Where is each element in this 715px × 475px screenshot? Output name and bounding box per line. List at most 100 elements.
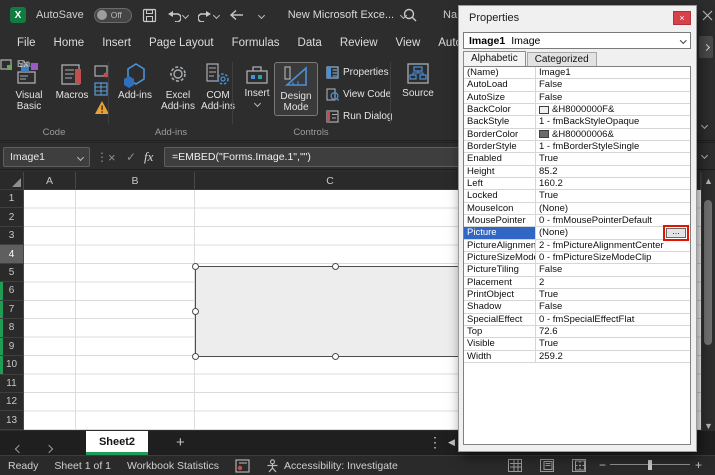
picture-ellipsis-button[interactable]: ... [666, 228, 686, 238]
insert-function-icon[interactable]: fx [144, 147, 153, 167]
property-row[interactable]: PictureSizeMode 0 - fmPictureSizeModeCli… [464, 252, 690, 264]
property-row[interactable]: Placement 2 [464, 277, 690, 289]
row-header[interactable]: 12 [0, 393, 24, 411]
name-box-dropdown-icon[interactable] [77, 153, 84, 160]
formula-bar-expand-icon[interactable] [702, 150, 707, 160]
zoom-in-button[interactable]: + [695, 455, 702, 475]
property-row[interactable]: Visible True [464, 338, 690, 350]
macros-button[interactable]: Macros [52, 62, 92, 101]
view-page-layout-button[interactable] [540, 455, 572, 475]
property-row[interactable]: Width 259.2 [464, 351, 690, 363]
ribbon-tab[interactable]: View [387, 30, 430, 58]
handle-middle-left[interactable] [192, 308, 199, 315]
property-row[interactable]: BackStyle 1 - fmBackStyleOpaque [464, 116, 690, 128]
sheet-scroll-left-icon[interactable]: ◀ [448, 437, 455, 448]
row-header[interactable]: 2 [0, 208, 24, 226]
run-dialog-button[interactable]: Run Dialog [326, 110, 392, 123]
ribbon-tab[interactable]: Review [331, 30, 387, 58]
qat-customize-icon[interactable] [258, 11, 265, 18]
image-control[interactable] [195, 266, 475, 357]
com-add-ins-button[interactable]: COM Add-ins [196, 62, 240, 112]
document-title[interactable]: New Microsoft Exce... [288, 9, 406, 21]
column-header[interactable]: C [195, 172, 466, 190]
status-sheet-count[interactable]: Sheet 1 of 1 [54, 460, 111, 472]
back-arrow-icon[interactable] [229, 9, 245, 21]
row-header[interactable]: 8 [0, 319, 24, 337]
column-header[interactable]: B [76, 172, 195, 190]
property-row[interactable]: Picture (None) ... [464, 227, 690, 239]
design-mode-button[interactable]: Design Mode [274, 62, 318, 116]
row-header[interactable]: 5 [0, 264, 24, 282]
sheet-tab-sheet2[interactable]: Sheet2 [86, 431, 148, 455]
redo-button[interactable] [198, 9, 219, 22]
property-row[interactable]: MouseIcon (None) [464, 203, 690, 215]
autosave-toggle[interactable]: Off [94, 8, 132, 23]
row-header[interactable]: 7 [0, 301, 24, 319]
select-all-corner[interactable] [0, 172, 24, 190]
status-macro-record-icon[interactable] [235, 459, 250, 473]
handle-bottom-left[interactable] [192, 353, 199, 360]
property-row[interactable]: (Name) Image1 [464, 67, 690, 79]
undo-button[interactable] [167, 9, 188, 22]
ribbon-collapse-icon[interactable] [702, 120, 707, 130]
handle-bottom-middle[interactable] [332, 353, 339, 360]
property-row[interactable]: Shadow False [464, 301, 690, 313]
object-selector-dropdown[interactable]: Image1 Image [463, 32, 691, 49]
status-workbook-statistics[interactable]: Workbook Statistics [127, 460, 219, 472]
row-header[interactable]: 6 [0, 282, 24, 300]
view-normal-button[interactable] [508, 455, 540, 475]
property-row[interactable]: BorderStyle 1 - fmBorderStyleSingle [464, 141, 690, 153]
property-row[interactable]: BorderColor &H80000006& [464, 129, 690, 141]
scroll-up-icon[interactable]: ▲ [704, 176, 713, 186]
scrollbar-thumb[interactable] [704, 200, 712, 345]
save-icon[interactable] [142, 8, 157, 23]
property-row[interactable]: AutoLoad False [464, 79, 690, 91]
status-accessibility[interactable]: Accessibility: Investigate [266, 459, 398, 473]
window-close-icon[interactable] [702, 0, 713, 30]
row-header[interactable]: 13 [0, 411, 24, 429]
excel-add-ins-button[interactable]: Excel Add-ins [156, 62, 200, 112]
scroll-down-icon[interactable]: ▼ [704, 421, 713, 431]
add-ins-button[interactable]: Add-ins [118, 62, 152, 101]
sheet-bar-more-icon[interactable]: ⋮ [428, 434, 442, 451]
view-code-button[interactable]: View Code [326, 88, 391, 101]
panel-tab[interactable]: Categorized [527, 52, 597, 66]
handle-top-left[interactable] [192, 263, 199, 270]
property-row[interactable]: SpecialEffect 0 - fmSpecialEffectFlat [464, 314, 690, 326]
ribbon-tab[interactable]: Page Layout [140, 30, 223, 58]
row-header[interactable]: 10 [0, 356, 24, 374]
property-row[interactable]: Locked True [464, 190, 690, 202]
property-row[interactable]: PictureTiling False [464, 264, 690, 276]
tab-scroll-right-button[interactable] [699, 36, 713, 58]
row-header[interactable]: 11 [0, 375, 24, 393]
xml-source-button[interactable]: Source [398, 62, 438, 99]
cancel-formula-icon[interactable]: × [108, 147, 116, 167]
property-row[interactable]: Left 160.2 [464, 178, 690, 190]
column-header[interactable]: A [24, 172, 76, 190]
zoom-slider-thumb[interactable] [648, 460, 652, 470]
redo-dropdown-icon[interactable] [213, 11, 220, 18]
row-header[interactable]: 9 [0, 338, 24, 356]
ribbon-tab[interactable]: File [8, 30, 45, 58]
row-header[interactable]: 3 [0, 227, 24, 245]
insert-control-button[interactable]: Insert [240, 62, 274, 106]
ribbon-tab[interactable]: Insert [93, 30, 140, 58]
new-sheet-button[interactable]: + [176, 434, 185, 451]
search-icon[interactable] [402, 0, 418, 30]
relative-references-button[interactable] [94, 82, 109, 96]
insert-dropdown-icon[interactable] [253, 100, 260, 107]
row-header[interactable]: 4 [0, 245, 24, 263]
undo-dropdown-icon[interactable] [182, 11, 189, 18]
ribbon-tab[interactable]: Home [45, 30, 94, 58]
property-row[interactable]: AutoSize False [464, 92, 690, 104]
property-row[interactable]: Enabled True [464, 153, 690, 165]
ribbon-tab[interactable]: Data [289, 30, 331, 58]
panel-close-button[interactable]: × [673, 11, 691, 25]
xml-clipped-button[interactable]: Re [0, 58, 30, 71]
property-row[interactable]: Top 72.6 [464, 326, 690, 338]
properties-button[interactable]: Properties [326, 66, 389, 79]
property-row[interactable]: Height 85.2 [464, 166, 690, 178]
name-box[interactable]: Image1 [3, 147, 90, 167]
property-row[interactable]: MousePointer 0 - fmMousePointerDefault [464, 215, 690, 227]
property-row[interactable]: PrintObject True [464, 289, 690, 301]
